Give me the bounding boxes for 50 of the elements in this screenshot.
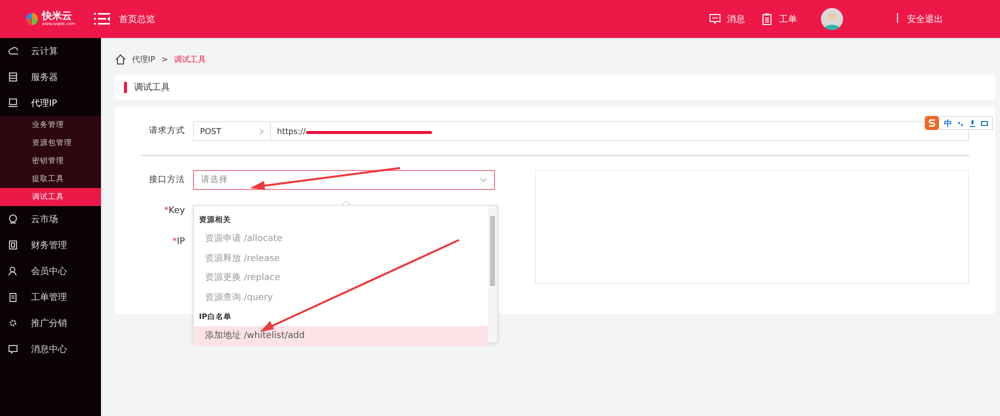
- select-placeholder: 请选择: [201, 174, 228, 186]
- chevron-icon: [259, 128, 264, 134]
- sidebar-item[interactable]: 云计算: [0, 38, 101, 64]
- breadcrumb-link[interactable]: 代理IP: [132, 54, 156, 64]
- section-title: 调试工具: [134, 82, 170, 94]
- logo-icon: [24, 12, 39, 26]
- sidebar-item[interactable]: 会员中心: [0, 258, 101, 284]
- field-label: IP: [176, 236, 185, 249]
- select-field[interactable]: 请选择: [193, 170, 495, 190]
- scrollbar-thumb[interactable]: [490, 216, 495, 286]
- server-icon: [8, 72, 18, 82]
- title-marker: [124, 82, 127, 93]
- user-icon: [8, 266, 18, 276]
- home-icon[interactable]: [115, 54, 126, 64]
- field-label: 请求方式: [148, 125, 185, 137]
- method-value: POST: [200, 126, 222, 136]
- sidebar-item[interactable]: 工单管理: [0, 284, 101, 310]
- page-title: 首页总览: [119, 14, 155, 26]
- monitor-icon: [8, 98, 18, 108]
- punctuation-icon[interactable]: [957, 120, 964, 126]
- sidebar-item[interactable]: 服务器: [0, 64, 101, 90]
- avatar[interactable]: [821, 8, 843, 30]
- scrollbar[interactable]: [488, 206, 497, 342]
- message-icon: [8, 344, 18, 354]
- dropdown-option[interactable]: 添加地址 /whitelist/add: [194, 326, 488, 346]
- keyboard-icon[interactable]: [981, 120, 988, 126]
- sidebar-item[interactable]: 云市场: [0, 206, 101, 232]
- logo-text: 快米云: [42, 12, 73, 22]
- logout-link[interactable]: 安全退出: [907, 12, 943, 26]
- sidebar-item[interactable]: 推广分销: [0, 310, 101, 336]
- separator-line: [897, 12, 899, 22]
- dropdown-caret-icon: [480, 178, 487, 182]
- clipboard-icon: [8, 292, 18, 302]
- required-mark: *: [164, 205, 169, 218]
- action-label[interactable]: 工单: [779, 12, 797, 26]
- sidebar-item[interactable]: 消息中心: [0, 336, 101, 362]
- sidebar-item[interactable]: 代理IP: [0, 90, 101, 116]
- url-value: https://: [277, 126, 306, 136]
- message-icon: [709, 13, 721, 25]
- required-mark: *: [172, 236, 177, 249]
- clipboard-icon: [761, 13, 773, 25]
- finance-icon: [8, 240, 18, 250]
- field-label: Key: [168, 205, 185, 218]
- microphone-icon[interactable]: [969, 120, 976, 126]
- action-label[interactable]: 消息: [727, 12, 745, 26]
- breadcrumb-link[interactable]: >: [161, 54, 168, 64]
- breadcrumb-current: 调试工具: [174, 54, 206, 64]
- field-label: 接口方法: [148, 174, 185, 187]
- sidebar-item[interactable]: 财务管理: [0, 232, 101, 258]
- menu-icon[interactable]: [94, 13, 110, 25]
